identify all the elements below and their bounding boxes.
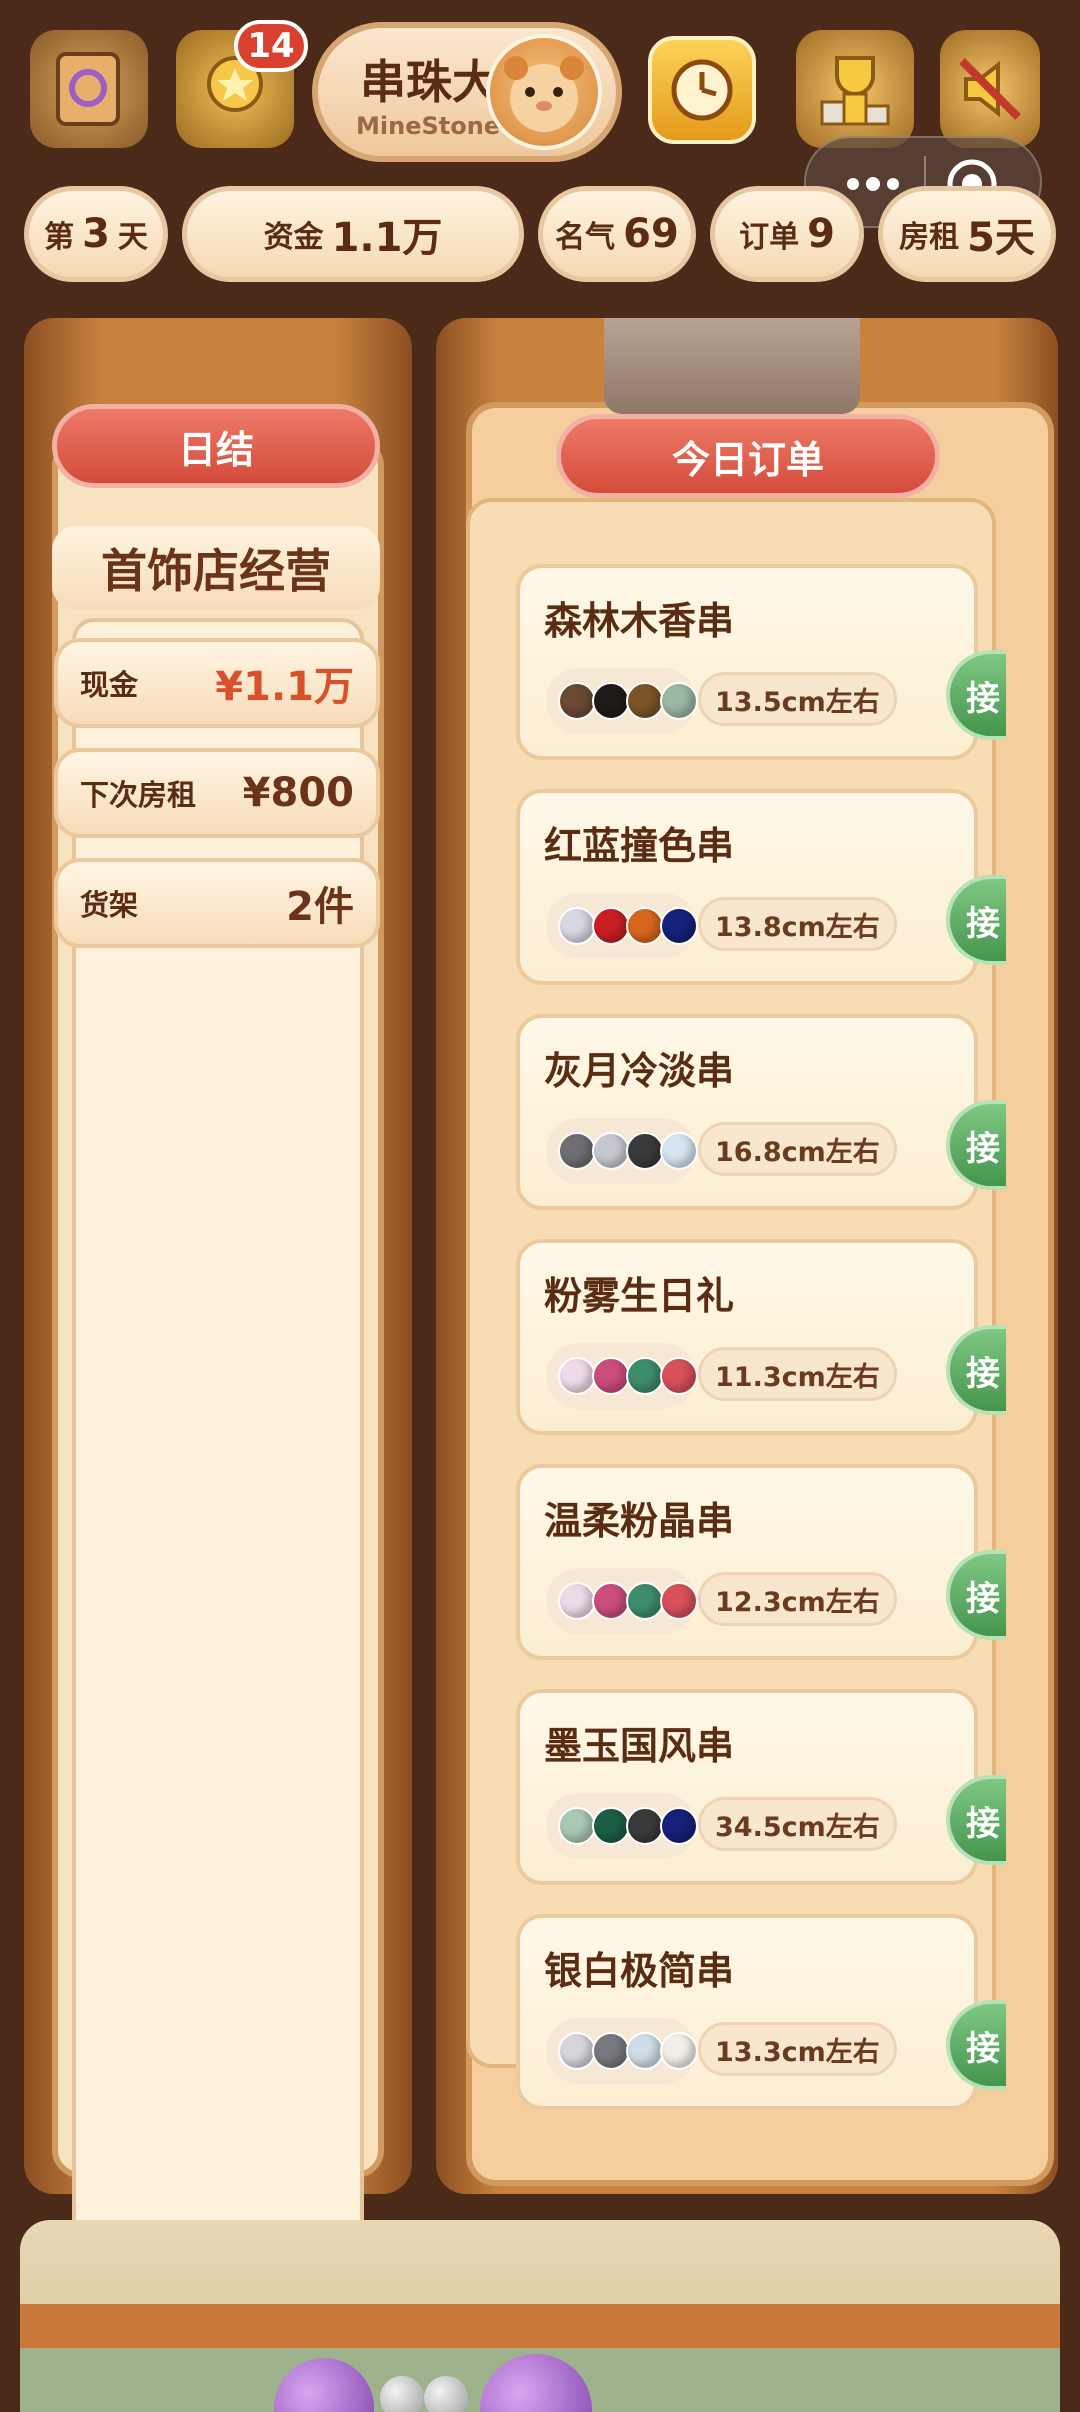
order-length: 11.3cm左右 <box>698 1347 897 1401</box>
bead-swatch <box>626 907 664 945</box>
order-name: 墨玉国风串 <box>544 1724 735 1768</box>
order-card[interactable]: 森林木香串 13.5cm左右 <box>516 564 978 760</box>
shop-subtitle: 首饰店经营 <box>52 526 380 610</box>
order-length: 13.5cm左右 <box>698 672 897 726</box>
bead-swatch <box>660 907 698 945</box>
bead-swatch <box>626 682 664 720</box>
bead-swatch <box>660 682 698 720</box>
game-subtitle: MineStone <box>356 112 501 140</box>
order-card[interactable]: 红蓝撞色串 13.8cm左右 <box>516 789 978 985</box>
order-bead-preview <box>546 2018 698 2084</box>
sound-muted-icon[interactable] <box>940 30 1040 148</box>
funds-value: 1.1万 <box>331 215 443 261</box>
bead-swatch <box>558 1357 596 1395</box>
fame-label: 名气 <box>555 220 616 255</box>
orders-label: 订单 <box>739 220 800 255</box>
cash-value: ¥1.1万 <box>215 664 354 710</box>
order-bead-preview <box>546 1568 698 1634</box>
orders-value: 9 <box>807 211 835 257</box>
bead-swatch <box>626 1582 664 1620</box>
cash-row: 现金 ¥1.1万 <box>54 638 380 728</box>
next-rent-row: 下次房租 ¥800 <box>54 748 380 838</box>
order-name: 灰月冷淡串 <box>544 1049 735 1093</box>
bead-swatch <box>558 682 596 720</box>
shelf-row: 货架 2件 <box>54 858 380 948</box>
rent-label: 房租 <box>899 220 960 255</box>
day-suffix: 天 <box>117 220 148 255</box>
bead-swatch <box>626 1357 664 1395</box>
bead-swatch <box>592 1132 630 1170</box>
bead-swatch <box>592 2032 630 2070</box>
bead-workbench <box>20 2220 1060 2412</box>
todays-orders-header: 今日订单 <box>556 414 940 498</box>
notification-badge: 14 <box>234 20 308 72</box>
order-card[interactable]: 灰月冷淡串 16.8cm左右 <box>516 1014 978 1210</box>
order-length: 16.8cm左右 <box>698 1122 897 1176</box>
fame-stat: 名气 69 <box>538 186 696 282</box>
bead-swatch <box>626 1132 664 1170</box>
bead-swatch <box>626 2032 664 2070</box>
day-counter: 第 3 天 <box>24 186 168 282</box>
bead-swatch <box>592 907 630 945</box>
bead-swatch <box>592 1807 630 1845</box>
order-name: 森林木香串 <box>544 599 735 643</box>
daily-summary-header: 日结 <box>52 404 380 488</box>
orders-stat: 订单 9 <box>710 186 864 282</box>
order-bead-preview <box>546 1793 698 1859</box>
bead-swatch <box>660 1807 698 1845</box>
fame-value: 69 <box>623 211 679 257</box>
next-rent-value: ¥800 <box>242 770 354 816</box>
order-name: 粉雾生日礼 <box>544 1274 735 1318</box>
order-name: 银白极简串 <box>544 1949 735 1993</box>
order-card[interactable]: 粉雾生日礼 11.3cm左右 <box>516 1239 978 1435</box>
game-title-pill[interactable]: 串珠大 MineStone <box>312 22 622 162</box>
bead-swatch <box>660 2032 698 2070</box>
workbench-rail <box>20 2304 1060 2348</box>
rent-stat: 房租 5天 <box>878 186 1056 282</box>
rent-value: 5天 <box>967 215 1035 261</box>
bead-swatch <box>592 1357 630 1395</box>
order-bead-preview <box>546 668 698 734</box>
bead-swatch <box>558 1582 596 1620</box>
game-title: 串珠大 <box>360 55 498 109</box>
bead-swatch <box>592 1582 630 1620</box>
bead-swatch <box>558 1807 596 1845</box>
day-prefix: 第 <box>44 220 75 255</box>
funds-label: 资金 <box>263 220 324 255</box>
silver-bead[interactable] <box>380 2376 424 2412</box>
clipboard-clip <box>604 318 860 414</box>
bead-swatch <box>660 1132 698 1170</box>
trophy-leaderboard-icon[interactable] <box>796 30 914 148</box>
bead-swatch <box>626 1807 664 1845</box>
timer-clock-icon[interactable] <box>648 36 756 144</box>
cash-label: 现金 <box>80 668 139 702</box>
bead-swatch <box>660 1582 698 1620</box>
order-card[interactable]: 银白极简串 13.3cm左右 <box>516 1914 978 2110</box>
day-value: 3 <box>82 211 110 257</box>
order-length: 13.3cm左右 <box>698 2022 897 2076</box>
order-bead-preview <box>546 893 698 959</box>
shelf-label: 货架 <box>80 888 139 922</box>
next-rent-label: 下次房租 <box>80 778 197 812</box>
order-card[interactable]: 温柔粉晶串 12.3cm左右 <box>516 1464 978 1660</box>
silver-bead[interactable] <box>424 2376 468 2412</box>
order-length: 12.3cm左右 <box>698 1572 897 1626</box>
order-bead-preview <box>546 1118 698 1184</box>
hamster-avatar-icon[interactable] <box>486 34 602 150</box>
shelf-value: 2件 <box>286 884 354 930</box>
recipe-book-icon[interactable] <box>30 30 148 148</box>
order-bead-preview <box>546 1343 698 1409</box>
bead-swatch <box>558 2032 596 2070</box>
order-name: 温柔粉晶串 <box>544 1499 735 1543</box>
order-length: 13.8cm左右 <box>698 897 897 951</box>
bead-swatch <box>660 1357 698 1395</box>
order-card[interactable]: 墨玉国风串 34.5cm左右 <box>516 1689 978 1885</box>
bead-swatch <box>558 907 596 945</box>
bead-swatch <box>592 682 630 720</box>
order-name: 红蓝撞色串 <box>544 824 735 868</box>
funds-stat: 资金 1.1万 <box>182 186 524 282</box>
order-length: 34.5cm左右 <box>698 1797 897 1851</box>
bead-swatch <box>558 1132 596 1170</box>
